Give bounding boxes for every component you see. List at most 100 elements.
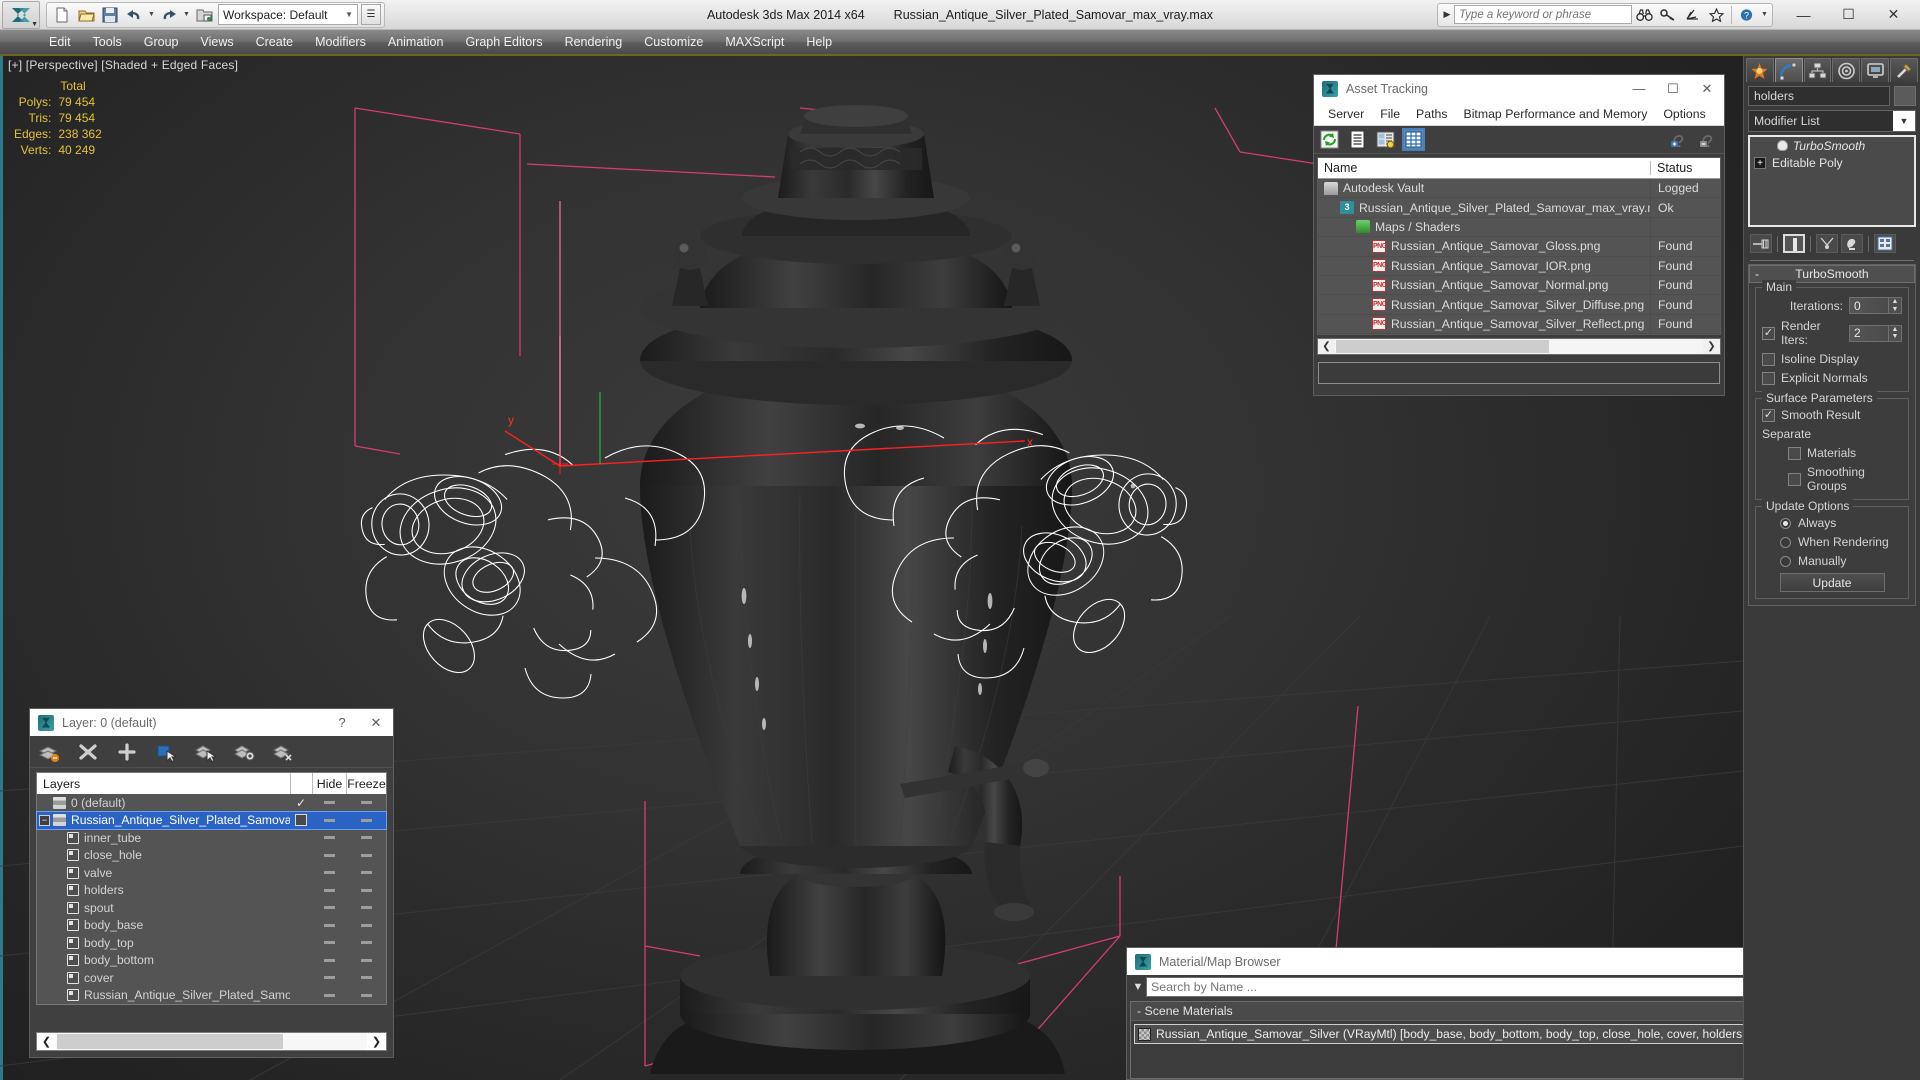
iterations-spinner[interactable]: 0 ▲ ▼	[1849, 297, 1902, 314]
column-header-current[interactable]	[290, 773, 312, 794]
menu-item-views[interactable]: Views	[189, 32, 244, 52]
layer-list[interactable]: Layers Hide Freeze 0 (default) ✓ − Russian_…	[36, 772, 387, 1005]
layer-row[interactable]: body_bottom	[37, 952, 386, 970]
delete-layer-icon[interactable]	[77, 742, 99, 762]
layer-hide-cell[interactable]	[312, 993, 346, 997]
object-name-field[interactable]: holders	[1748, 86, 1890, 106]
at-menu-paths[interactable]: Paths	[1408, 105, 1455, 123]
update-always-radio[interactable]	[1780, 517, 1791, 529]
at-menu-bitmap-performance-and-memory[interactable]: Bitmap Performance and Memory	[1456, 105, 1656, 123]
isoline-display-row[interactable]: Isoline Display	[1762, 352, 1902, 366]
render-iters-checkbox[interactable]: ✓	[1762, 326, 1775, 340]
asset-row[interactable]: 3 Russian_Antique_Silver_Plated_Samovar_m…	[1318, 198, 1720, 218]
menu-item-edit[interactable]: Edit	[38, 32, 82, 52]
scroll-thumb[interactable]	[1336, 340, 1549, 354]
scroll-thumb[interactable]	[57, 1034, 283, 1049]
menu-item-group[interactable]: Group	[133, 32, 190, 52]
layer-hide-cell[interactable]	[312, 906, 346, 910]
explicit-normals-row[interactable]: Explicit Normals	[1762, 371, 1902, 385]
render-iters-spinner[interactable]: 2 ▲ ▼	[1849, 324, 1902, 342]
menu-item-tools[interactable]: Tools	[82, 32, 133, 52]
separate-materials-row[interactable]: Materials	[1762, 446, 1902, 460]
layer-row[interactable]: − Russian_Antique_Silver_Plated_Samovar	[36, 810, 387, 830]
pin-stack-icon[interactable]	[1750, 234, 1772, 253]
modifier-list-dropdown[interactable]: Modifier List ▼	[1748, 110, 1916, 132]
layer-row[interactable]: close_hole	[37, 847, 386, 865]
update-button[interactable]: Update	[1779, 573, 1885, 592]
at-menu-options[interactable]: Options	[1655, 105, 1713, 123]
asset-path-field[interactable]	[1318, 362, 1720, 385]
layer-freeze-cell[interactable]	[346, 906, 386, 910]
at-menu-file[interactable]: File	[1372, 105, 1408, 123]
iterations-value[interactable]: 0	[1849, 297, 1889, 314]
rollout-collapse-icon[interactable]: -	[1755, 267, 1759, 281]
layer-hide-cell[interactable]	[312, 941, 346, 945]
layer-row[interactable]: body_base	[37, 917, 386, 935]
layer-freeze-cell[interactable]	[346, 853, 386, 857]
configure-modifier-sets-icon[interactable]	[1874, 234, 1896, 253]
asset-tracking-window[interactable]: Asset Tracking — ☐ ✕ Server File Paths Bitm…	[1313, 74, 1725, 396]
menu-item-help[interactable]: Help	[795, 32, 843, 52]
make-unique-icon[interactable]	[1816, 234, 1838, 253]
update-always-row[interactable]: Always	[1762, 516, 1902, 530]
create-tab[interactable]	[1746, 58, 1774, 82]
layer-freeze-cell[interactable]	[346, 871, 386, 875]
asset-row[interactable]: Autodesk Vault Logged	[1318, 179, 1720, 199]
layer-row[interactable]: inner_tube	[37, 829, 386, 847]
layer-current-cell[interactable]	[290, 814, 312, 827]
scroll-track[interactable]	[1335, 339, 1703, 355]
current-layer-checkbox[interactable]	[295, 814, 307, 827]
layer-row[interactable]: body_top	[37, 934, 386, 952]
motion-tab[interactable]	[1832, 58, 1861, 82]
column-header-hide[interactable]: Hide	[312, 773, 346, 794]
expander-collapse-icon[interactable]: −	[39, 814, 50, 826]
remove-modifier-icon[interactable]	[1841, 234, 1863, 253]
layer-row[interactable]: 0 (default) ✓	[37, 794, 386, 812]
layer-hide-cell[interactable]	[312, 958, 346, 962]
layer-freeze-cell[interactable]	[346, 976, 386, 980]
layer-freeze-cell[interactable]	[346, 993, 386, 997]
separate-smoothing-groups-row[interactable]: Smoothing Groups	[1762, 465, 1902, 493]
hierarchy-tab[interactable]	[1803, 58, 1832, 82]
layer-freeze-cell[interactable]	[346, 888, 386, 892]
chevron-down-icon[interactable]: ▼	[1893, 111, 1915, 131]
layer-row[interactable]: holders	[37, 882, 386, 900]
show-end-result-icon[interactable]	[1783, 234, 1805, 253]
select-objects-in-layer-icon[interactable]	[155, 742, 178, 762]
search-options-icon[interactable]: ▼	[1130, 981, 1146, 993]
separate-smoothing-groups-checkbox[interactable]	[1788, 472, 1801, 486]
scroll-track[interactable]	[56, 1033, 367, 1050]
grid-view-icon[interactable]	[1402, 128, 1425, 151]
modifier-stack-item[interactable]: + Editable Poly	[1750, 154, 1914, 171]
layer-row[interactable]: Russian_Antique_Silver_Plated_Samovar	[37, 987, 386, 1005]
update-when-rendering-row[interactable]: When Rendering	[1762, 535, 1902, 549]
utilities-tab[interactable]	[1890, 58, 1918, 82]
modify-tab[interactable]	[1774, 58, 1803, 82]
update-when-rendering-radio[interactable]	[1780, 536, 1791, 548]
spinner-arrows-icon[interactable]: ▲ ▼	[1889, 324, 1902, 342]
scroll-left-icon[interactable]: ❮	[1318, 341, 1335, 352]
menu-item-rendering[interactable]: Rendering	[554, 32, 634, 52]
layer-close-button[interactable]: ✕	[359, 709, 393, 736]
asset-row[interactable]: PNG Russian_Antique_Samovar_Silver_Reflec…	[1318, 314, 1720, 335]
highlight-selected-objects-icon[interactable]	[233, 742, 255, 762]
asset-row[interactable]: PNG Russian_Antique_Samovar_Normal.png Fou…	[1318, 275, 1720, 296]
list-view-icon[interactable]	[1348, 130, 1367, 149]
object-color-swatch[interactable]	[1894, 86, 1916, 106]
add-layer-icon[interactable]	[116, 742, 138, 762]
column-header-name[interactable]: Name	[1318, 161, 1650, 175]
explicit-normals-checkbox[interactable]	[1762, 371, 1775, 385]
asset-tracking-minimize-button[interactable]: —	[1622, 75, 1656, 102]
layer-hide-cell[interactable]	[312, 871, 346, 875]
layer-help-button[interactable]: ?	[325, 709, 359, 736]
layer-freeze-cell[interactable]	[346, 818, 386, 822]
modifier-stack-item[interactable]: TurboSmooth	[1750, 137, 1914, 154]
spinner-arrows-icon[interactable]: ▲ ▼	[1889, 297, 1902, 314]
remove-help-icon[interactable]	[1699, 130, 1718, 149]
asset-row[interactable]: PNG Russian_Antique_Samovar_Gloss.png Foun…	[1318, 237, 1720, 257]
layer-hide-cell[interactable]	[312, 976, 346, 980]
layer-hide-cell[interactable]	[312, 836, 346, 840]
layer-row[interactable]: spout	[37, 899, 386, 917]
menu-item-animation[interactable]: Animation	[377, 32, 455, 52]
layer-hscrollbar[interactable]: ❮ ❯	[36, 1032, 387, 1051]
